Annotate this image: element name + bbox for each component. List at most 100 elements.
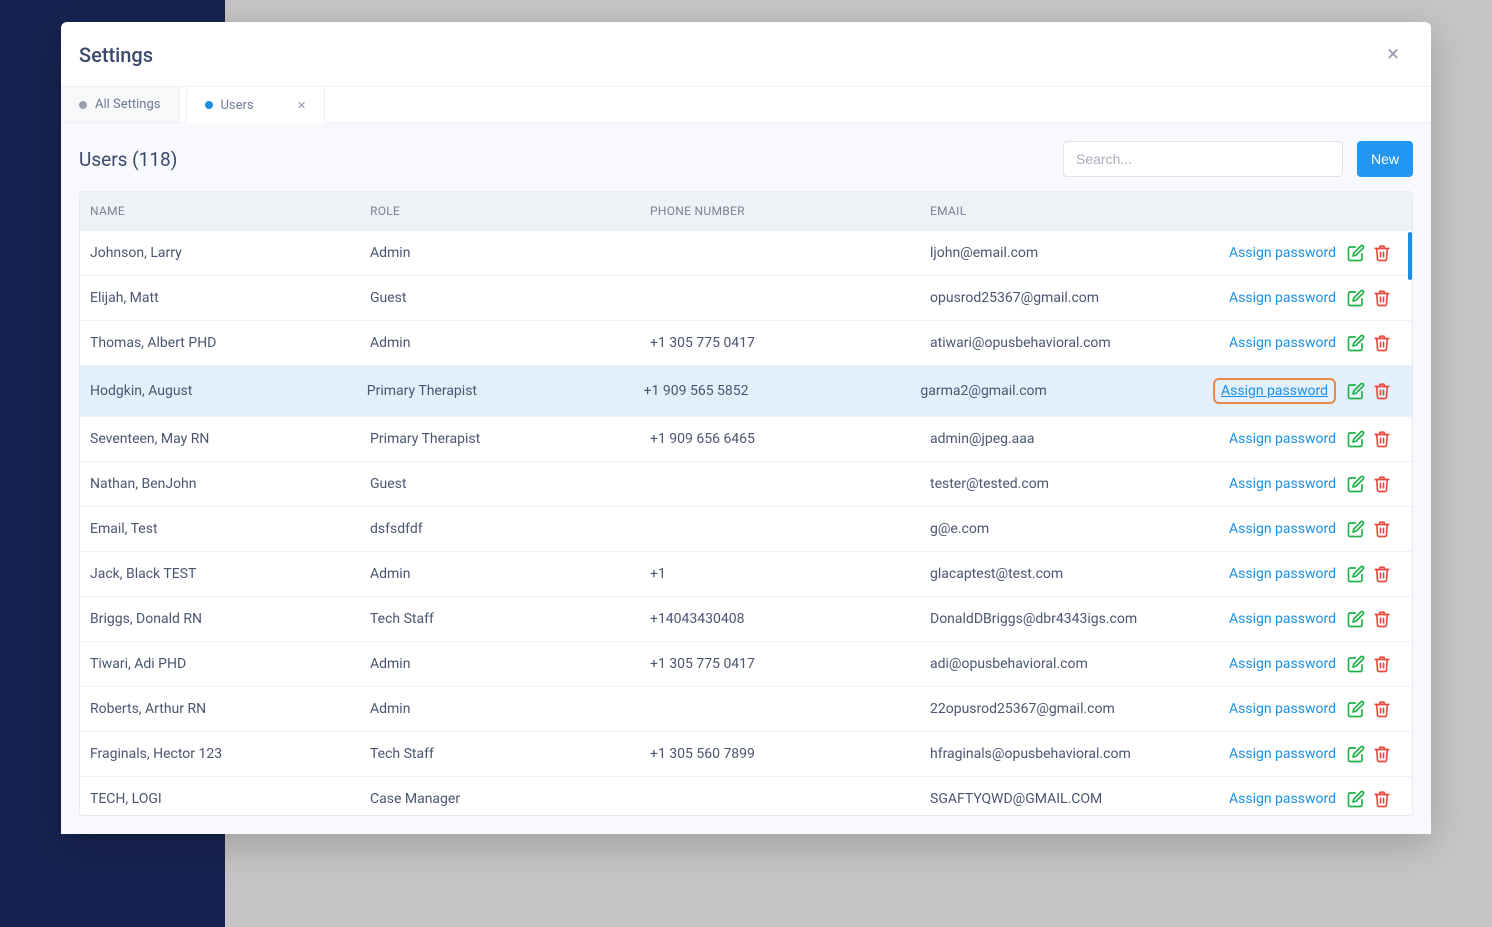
assign-password-link[interactable]: Assign password <box>1229 335 1336 351</box>
edit-icon[interactable] <box>1346 381 1366 401</box>
tab-all-settings[interactable]: All Settings <box>61 87 180 122</box>
edit-icon[interactable] <box>1346 654 1366 674</box>
trash-icon[interactable] <box>1372 519 1392 539</box>
assign-password-link[interactable]: Assign password <box>1229 701 1336 717</box>
edit-icon[interactable] <box>1346 609 1366 629</box>
modal-title: Settings <box>79 43 153 67</box>
trash-icon[interactable] <box>1372 474 1392 494</box>
edit-icon[interactable] <box>1346 288 1366 308</box>
assign-password-link[interactable]: Assign password <box>1229 611 1336 627</box>
trash-icon[interactable] <box>1372 744 1392 764</box>
edit-icon[interactable] <box>1346 429 1366 449</box>
trash-icon[interactable] <box>1372 288 1392 308</box>
edit-icon[interactable] <box>1346 564 1366 584</box>
cell-email: tester@tested.com <box>930 476 1226 492</box>
cell-role: Guest <box>370 290 650 306</box>
cell-role: Case Manager <box>370 791 650 807</box>
assign-password-link[interactable]: Assign password <box>1229 746 1336 762</box>
cell-name: Tiwari, Adi PHD <box>90 656 370 672</box>
trash-icon[interactable] <box>1372 699 1392 719</box>
cell-email: DonaldDBriggs@dbr4343igs.com <box>930 611 1226 627</box>
trash-icon[interactable] <box>1372 789 1392 809</box>
cell-role: Admin <box>370 245 650 261</box>
header-phone[interactable]: PHONE NUMBER <box>650 204 930 218</box>
table-row[interactable]: Thomas, Albert PHDAdmin+1 305 775 0417at… <box>80 320 1412 365</box>
table-title: Users (118) <box>79 148 177 171</box>
table-row[interactable]: Fraginals, Hector 123Tech Staff+1 305 56… <box>80 731 1412 776</box>
close-icon[interactable]: × <box>298 98 306 113</box>
edit-icon[interactable] <box>1346 699 1366 719</box>
assign-password-link[interactable]: Assign password <box>1229 791 1336 807</box>
assign-password-link[interactable]: Assign password <box>1229 431 1336 447</box>
close-icon[interactable]: × <box>1379 40 1407 70</box>
cell-role: Admin <box>370 566 650 582</box>
cell-email: adi@opusbehavioral.com <box>930 656 1226 672</box>
cell-email: glacaptest@test.com <box>930 566 1226 582</box>
assign-password-link[interactable]: Assign password <box>1229 521 1336 537</box>
assign-password-link[interactable]: Assign password <box>1229 245 1336 261</box>
table-row[interactable]: Nathan, BenJohnGuest tester@tested.comAss… <box>80 461 1412 506</box>
cell-name: Fraginals, Hector 123 <box>90 746 370 762</box>
trash-icon[interactable] <box>1372 429 1392 449</box>
table-row[interactable]: Briggs, Donald RNTech Staff+14043430408D… <box>80 596 1412 641</box>
edit-icon[interactable] <box>1346 789 1366 809</box>
cell-name: TECH, LOGI <box>90 791 370 807</box>
edit-icon[interactable] <box>1346 474 1366 494</box>
tab-users[interactable]: Users × <box>186 86 325 123</box>
header-email[interactable]: EMAIL <box>930 204 1226 218</box>
header-name[interactable]: NAME <box>90 204 370 218</box>
trash-icon[interactable] <box>1372 333 1392 353</box>
assign-password-link[interactable]: Assign password <box>1229 566 1336 582</box>
cell-name: Briggs, Donald RN <box>90 611 370 627</box>
cell-actions: Assign password <box>1213 378 1402 404</box>
cell-actions: Assign password <box>1226 333 1402 353</box>
edit-icon[interactable] <box>1346 333 1366 353</box>
cell-name: Seventeen, May RN <box>90 431 370 447</box>
assign-password-link[interactable]: Assign password <box>1229 290 1336 306</box>
cell-role: Admin <box>370 656 650 672</box>
assign-password-link[interactable]: Assign password <box>1229 476 1336 492</box>
header-role[interactable]: ROLE <box>370 204 650 218</box>
assign-password-link[interactable]: Assign password <box>1229 656 1336 672</box>
trash-icon[interactable] <box>1372 381 1392 401</box>
cell-role: Primary Therapist <box>370 431 650 447</box>
tab-dot-icon <box>79 101 87 109</box>
cell-role: Guest <box>370 476 650 492</box>
edit-icon[interactable] <box>1346 243 1366 263</box>
table-row[interactable]: Elijah, MattGuestopusrod25367@gmail.comA… <box>80 275 1412 320</box>
cell-actions: Assign password <box>1226 288 1402 308</box>
trash-icon[interactable] <box>1372 654 1392 674</box>
tab-label: Users <box>221 98 254 113</box>
table-row[interactable]: Email, Testdsfsdfdfg@e.comAssign passwor… <box>80 506 1412 551</box>
cell-actions: Assign password <box>1226 243 1402 263</box>
trash-icon[interactable] <box>1372 609 1392 629</box>
cell-name: Hodgkin, August <box>90 383 367 399</box>
new-button[interactable]: New <box>1357 141 1413 177</box>
table-header-row: NAME ROLE PHONE NUMBER EMAIL <box>80 192 1412 230</box>
cell-role: Tech Staff <box>370 611 650 627</box>
table-row[interactable]: Hodgkin, AugustPrimary Therapist+1 909 5… <box>80 365 1412 416</box>
table-row[interactable]: Seventeen, May RNPrimary Therapist+1 909… <box>80 416 1412 461</box>
table-row[interactable]: Tiwari, Adi PHDAdmin+1 305 775 0417adi@o… <box>80 641 1412 686</box>
cell-email: garma2@gmail.com <box>920 383 1213 399</box>
scrollbar-indicator[interactable] <box>1408 232 1412 280</box>
cell-phone: +14043430408 <box>650 611 930 627</box>
table-row[interactable]: Roberts, Arthur RNAdmin22opusrod25367@gm… <box>80 686 1412 731</box>
table-row[interactable]: Jack, Black TESTAdmin+1glacaptest@test.c… <box>80 551 1412 596</box>
search-input[interactable] <box>1063 141 1343 177</box>
cell-name: Johnson, Larry <box>90 245 370 261</box>
trash-icon[interactable] <box>1372 243 1392 263</box>
cell-name: Elijah, Matt <box>90 290 370 306</box>
edit-icon[interactable] <box>1346 744 1366 764</box>
modal-overlay: Settings × All Settings Users × Users (118… <box>0 0 1492 927</box>
table-row[interactable]: Johnson, LarryAdminljohn@email.comAssign… <box>80 230 1412 275</box>
cell-role: dsfsdfdf <box>370 521 650 537</box>
assign-password-link[interactable]: Assign password <box>1213 378 1336 404</box>
edit-icon[interactable] <box>1346 519 1366 539</box>
cell-name: Roberts, Arthur RN <box>90 701 370 717</box>
cell-name: Thomas, Albert PHD <box>90 335 370 351</box>
table-row[interactable]: TECH, LOGICase ManagerSGAFTYQWD@GMAIL.CO… <box>80 776 1412 815</box>
trash-icon[interactable] <box>1372 564 1392 584</box>
cell-name: Nathan, BenJohn <box>90 476 370 492</box>
cell-role: Tech Staff <box>370 746 650 762</box>
